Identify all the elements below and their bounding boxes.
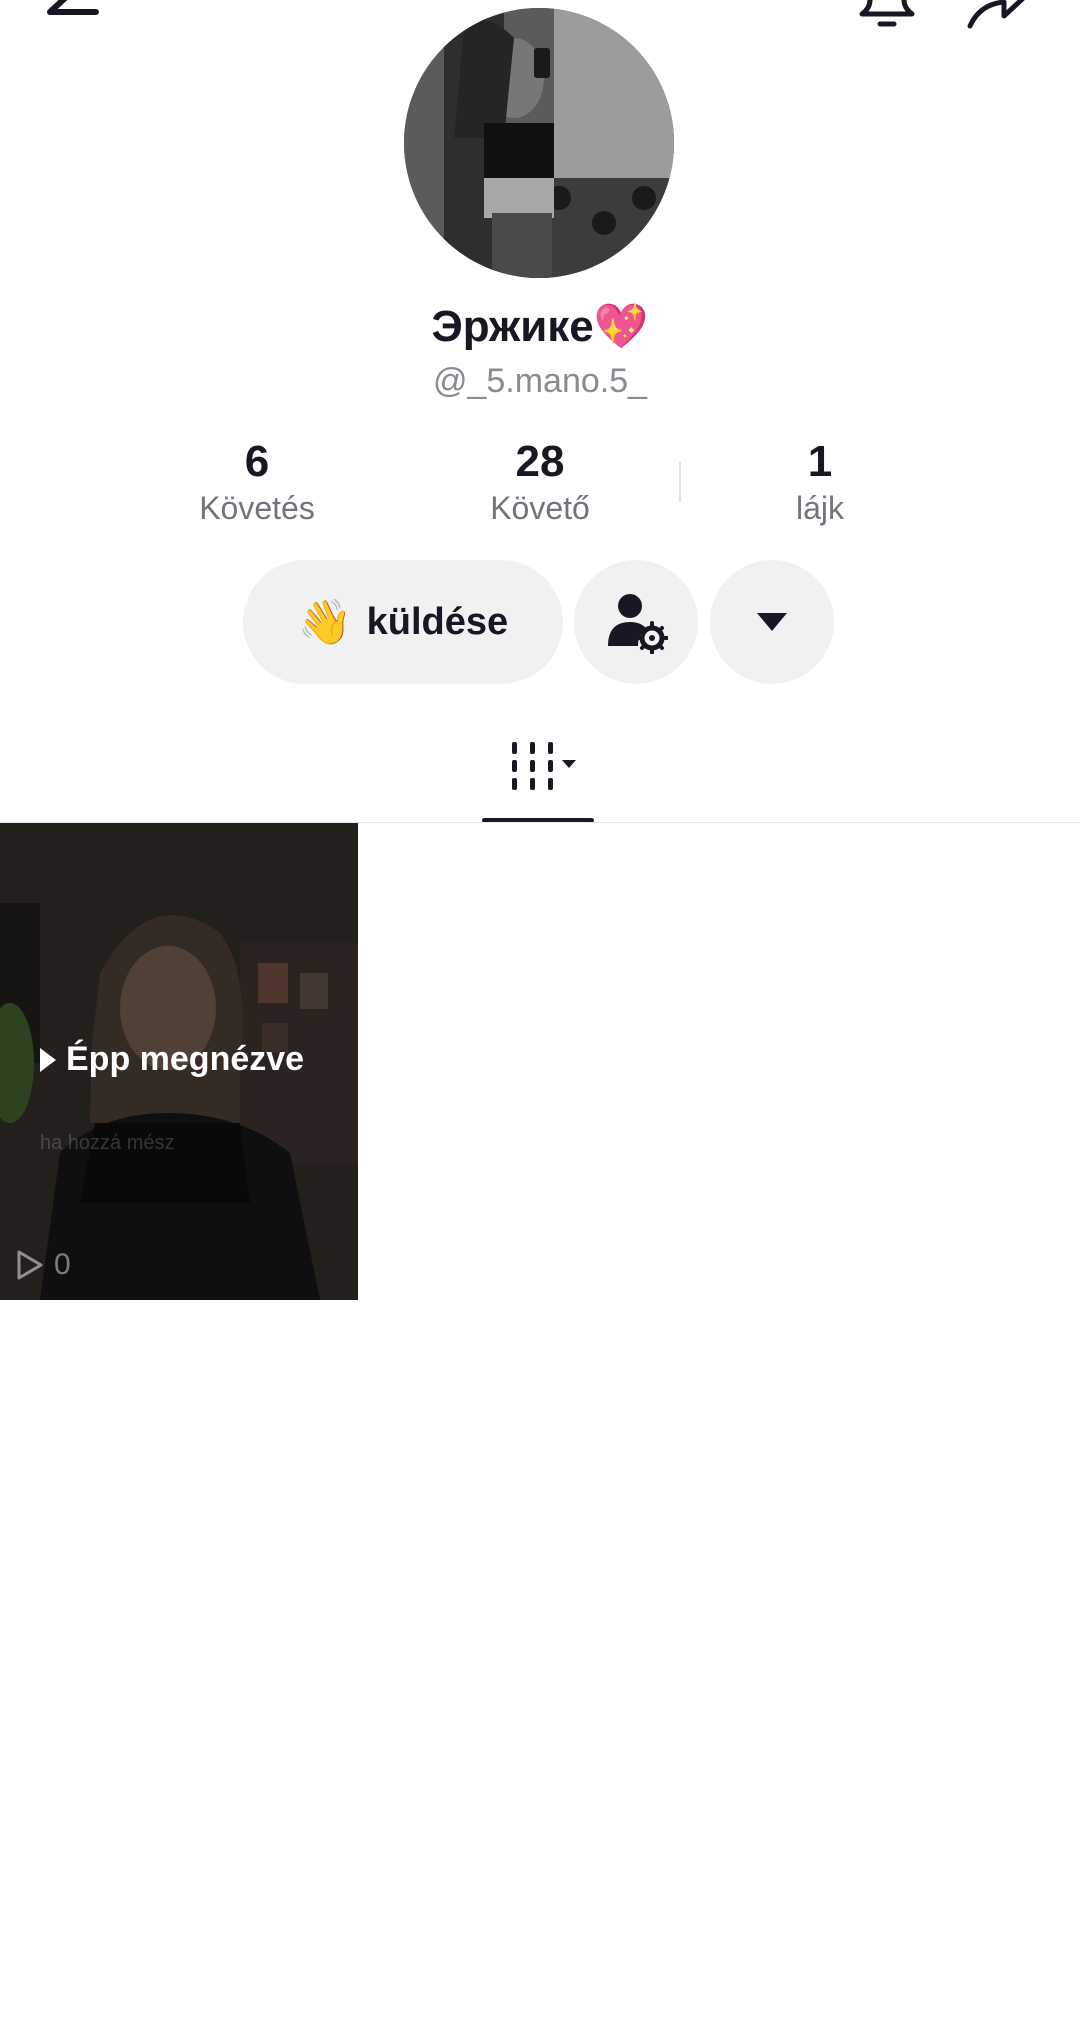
watched-label-text: Épp megnézve — [66, 1040, 305, 1078]
share-arrow-icon — [967, 0, 1025, 29]
caret-down-icon — [757, 613, 787, 631]
avatar-photo — [404, 8, 674, 278]
send-wave-label: küldése — [366, 600, 509, 643]
more-options-button[interactable] — [710, 560, 834, 684]
profile-page: Эржике💖 @_5.mano.5_ 6 Követés 28 Követő … — [0, 0, 1080, 2032]
share-button[interactable] — [960, 0, 1040, 36]
tab-videos[interactable] — [482, 730, 594, 822]
following-label: Követés — [199, 490, 315, 526]
stat-following[interactable]: 6 Követés — [137, 436, 377, 528]
view-count-value: 0 — [54, 1248, 71, 1281]
arrow-left-icon — [47, 0, 99, 15]
stat-followers[interactable]: 28 Követő — [420, 436, 660, 528]
play-icon — [40, 1047, 56, 1072]
likes-count: 1 — [807, 437, 833, 486]
back-button[interactable] — [36, 0, 116, 42]
likes-label: lájk — [795, 490, 844, 526]
display-name: Эржике💖 — [431, 302, 649, 351]
send-wave-button[interactable]: 👋 küldése — [243, 560, 563, 684]
username: @_5.mano.5_ — [432, 362, 648, 400]
waving-hand-icon: 👋 — [297, 598, 353, 647]
avatar[interactable] — [404, 8, 674, 278]
grid-columns-icon — [512, 742, 576, 790]
view-count: 0 — [16, 1248, 71, 1282]
user-settings-button[interactable] — [574, 560, 698, 684]
stat-divider — [679, 462, 681, 502]
stat-likes[interactable]: 1 lájk — [700, 436, 940, 528]
watched-label: Épp megnézve — [38, 1040, 304, 1079]
user-gear-icon — [608, 594, 668, 654]
bell-icon — [859, 0, 915, 27]
following-count: 6 — [244, 437, 270, 486]
followers-count: 28 — [515, 437, 565, 486]
video-caption: ha hozzá mész — [40, 1132, 175, 1154]
play-outline-icon — [17, 1250, 43, 1280]
notifications-button[interactable] — [852, 0, 922, 36]
followers-label: Követő — [490, 490, 590, 526]
